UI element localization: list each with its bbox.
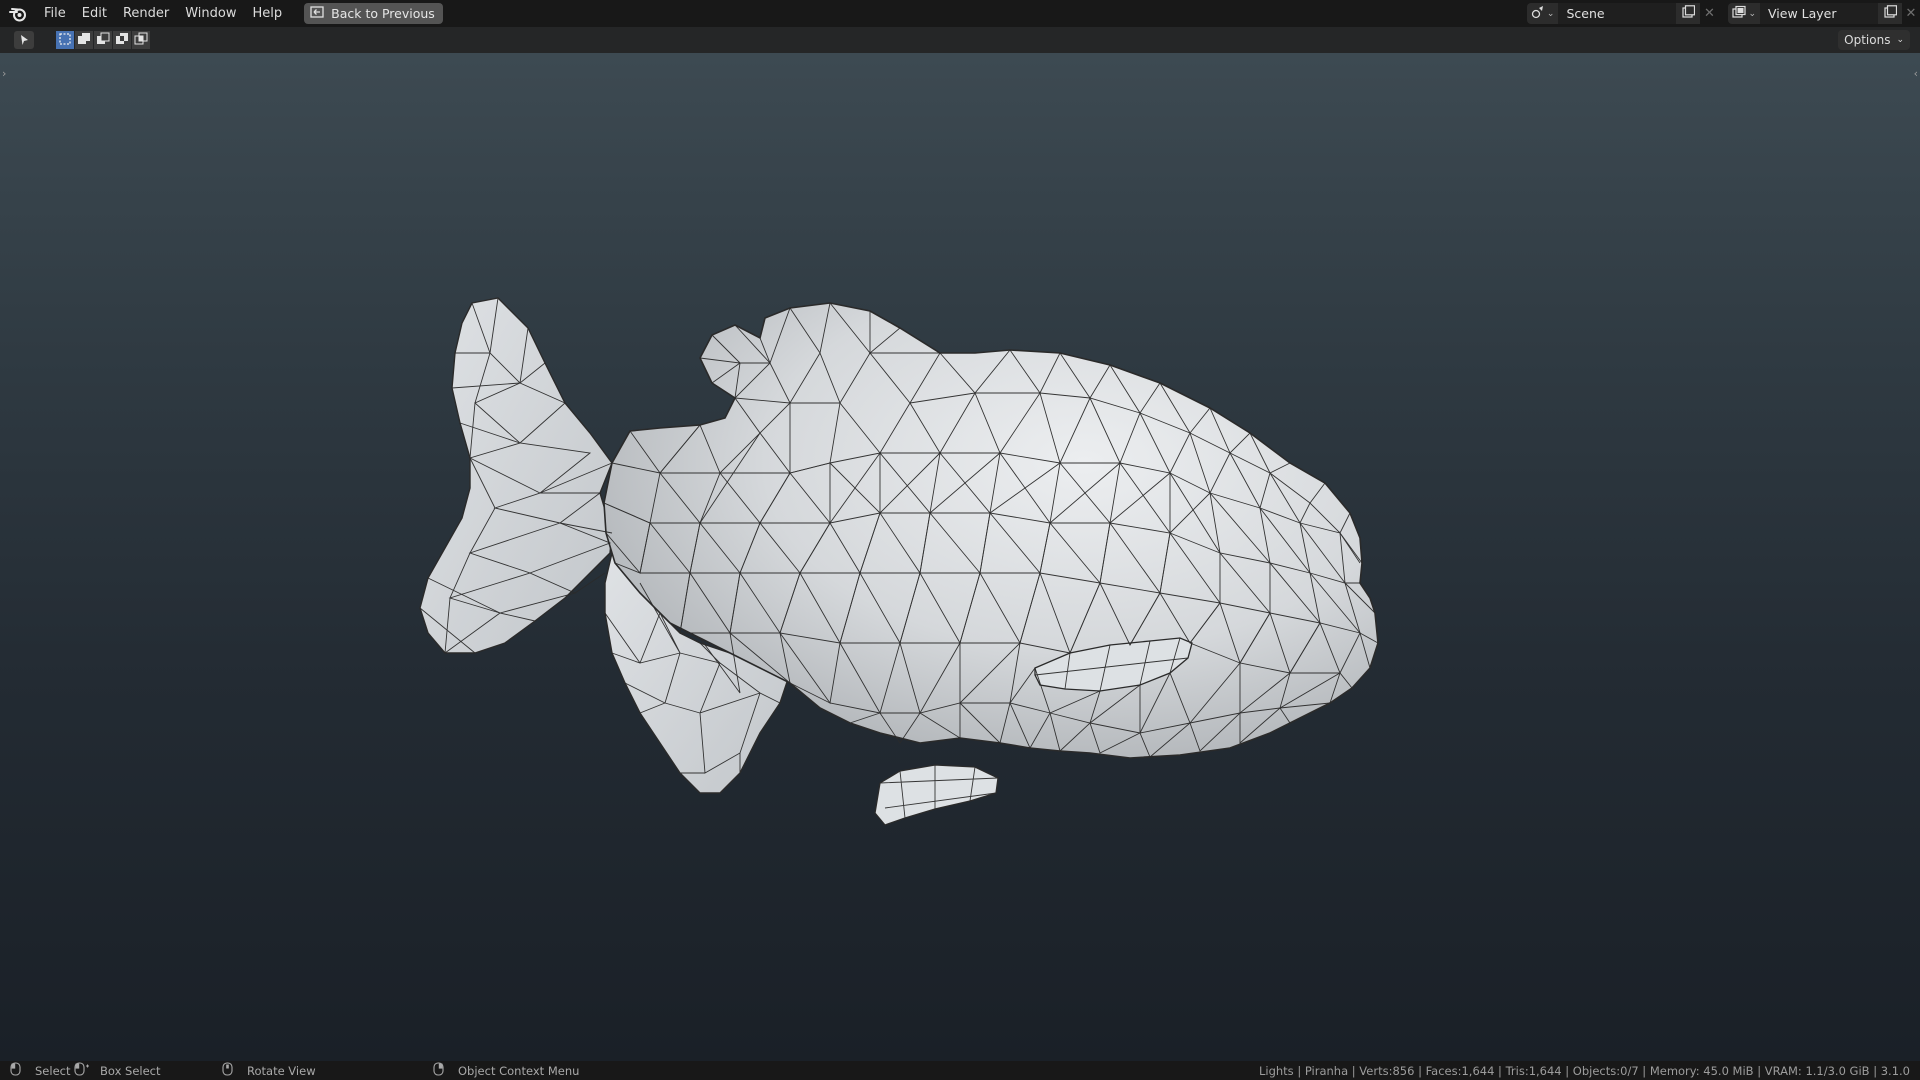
3d-viewport[interactable]: › ‹ (0, 53, 1920, 1061)
mode-intersect-button[interactable] (132, 31, 150, 49)
options-label: Options (1844, 33, 1891, 47)
mouse-middle-icon (222, 1062, 233, 1079)
selection-mode-group (56, 31, 150, 49)
status-bar: Select Box Select Rotate View Object Con… (0, 1061, 1920, 1080)
scene-layer-controls: ⌄ Scene ✕ ⌄ View Layer ✕ (1526, 0, 1920, 27)
menu-file[interactable]: File (36, 0, 74, 27)
piranha-mesh[interactable] (0, 53, 1920, 1061)
hint-select-label: Select (35, 1063, 71, 1078)
mode-subtract-button[interactable] (94, 31, 112, 49)
scene-name-field[interactable]: Scene (1558, 3, 1677, 24)
remove-scene-button[interactable]: ✕ (1700, 3, 1718, 24)
select-difference-icon (115, 31, 129, 50)
hint-box-select-label: Box Select (100, 1063, 161, 1078)
close-icon: ✕ (1704, 6, 1715, 21)
mode-difference-button[interactable] (113, 31, 131, 49)
remove-view-layer-button[interactable]: ✕ (1902, 3, 1920, 24)
view-layer-browse-dropdown[interactable]: ⌄ (1728, 3, 1760, 24)
mode-extend-button[interactable] (75, 31, 93, 49)
select-cursor-icon (18, 31, 30, 50)
scene-icon (1531, 5, 1545, 23)
select-subtract-icon (96, 31, 110, 50)
duplicate-icon (1682, 5, 1696, 22)
hint-rotate-view-label: Rotate View (247, 1063, 316, 1078)
view-layer-name-field[interactable]: View Layer (1760, 3, 1878, 24)
close-icon: ✕ (1905, 6, 1917, 21)
options-dropdown[interactable]: Options ⌄ (1838, 30, 1910, 50)
chevron-down-icon: ⌄ (1896, 35, 1904, 45)
blender-window: File Edit Render Window Help Back to Pre… (0, 0, 1920, 1080)
menu-window[interactable]: Window (177, 0, 244, 27)
new-view-layer-button[interactable] (1878, 3, 1902, 24)
hint-object-context-menu: Object Context Menu (433, 1061, 579, 1080)
back-to-previous-label: Back to Previous (331, 6, 435, 21)
mouse-right-icon (433, 1062, 444, 1079)
hint-rotate-view: Rotate View (222, 1061, 316, 1080)
hint-select: Select (10, 1061, 70, 1080)
screen-back-icon (310, 6, 324, 21)
select-intersect-icon (134, 31, 148, 50)
active-tool-button[interactable] (14, 31, 34, 49)
render-layers-icon (1732, 5, 1747, 23)
menu-help[interactable]: Help (245, 0, 291, 27)
mouse-left-icon (10, 1062, 21, 1079)
mode-set-new-button[interactable] (56, 31, 74, 49)
hint-object-context-menu-label: Object Context Menu (458, 1063, 580, 1078)
duplicate-icon (1883, 5, 1897, 22)
select-new-icon (58, 31, 72, 50)
new-scene-button[interactable] (1676, 3, 1701, 24)
scene-statistics: Lights | Piranha | Verts:856 | Faces:1,6… (1258, 1063, 1910, 1078)
mouse-drag-icon (74, 1062, 90, 1079)
scene-browse-dropdown[interactable]: ⌄ (1526, 3, 1559, 24)
viewport-header: Options ⌄ (0, 27, 1920, 53)
chevron-down-icon: ⌄ (1546, 8, 1555, 19)
top-menubar: File Edit Render Window Help Back to Pre… (0, 0, 1920, 27)
blender-logo-icon[interactable] (0, 0, 36, 27)
select-extend-icon (77, 31, 91, 50)
tail-fin (419, 297, 613, 654)
chevron-down-icon: ⌄ (1748, 8, 1756, 19)
hint-box-select: Box Select (74, 1061, 161, 1080)
menu-render[interactable]: Render (115, 0, 177, 27)
back-to-previous-button[interactable]: Back to Previous (304, 3, 443, 24)
menu-edit[interactable]: Edit (74, 0, 115, 27)
